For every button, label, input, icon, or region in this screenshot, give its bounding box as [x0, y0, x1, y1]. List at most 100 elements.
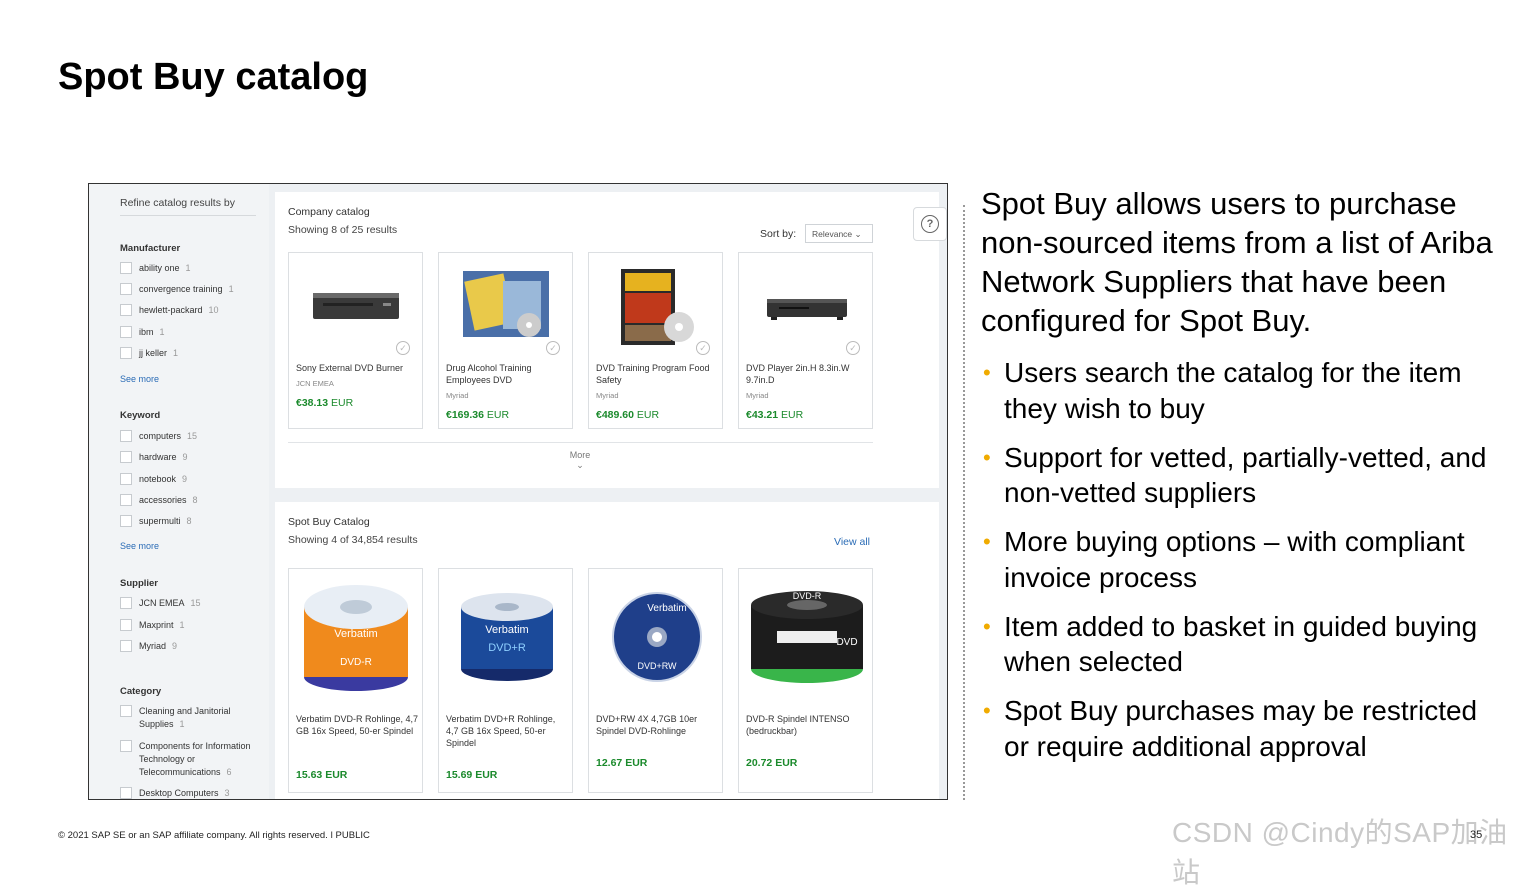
spot-buy-catalog-panel: Spot Buy Catalog Showing 4 of 34,854 res…: [275, 502, 939, 799]
facet-title-manufacturer: Manufacturer: [120, 243, 181, 254]
checkbox[interactable]: [120, 326, 132, 338]
dvd-rw-disc-image: Verbatim DVD+RW: [612, 592, 702, 682]
product-name: DVD-R Spindel INTENSO (bedruckbar): [746, 714, 850, 736]
product-card[interactable]: ✓ DVD Training Program Food Safety Myria…: [588, 252, 723, 429]
svg-text:Verbatim: Verbatim: [647, 603, 686, 614]
checkbox[interactable]: [120, 451, 132, 463]
facet-item[interactable]: notebook 9: [120, 473, 187, 486]
bullet-item: Item added to basket in guided buying wh…: [983, 609, 1503, 680]
checkbox[interactable]: [120, 304, 132, 316]
facet-item[interactable]: Desktop Computers 3: [120, 787, 230, 799]
facet-item[interactable]: supermulti 8: [120, 515, 192, 528]
see-more-link[interactable]: See more: [120, 541, 159, 551]
product-card[interactable]: ✓ DVD Player 2in.H 8.3in.W 9.7in.D Myria…: [738, 252, 873, 429]
facet-item[interactable]: Maxprint 1: [120, 619, 185, 632]
sort-dropdown[interactable]: Relevance ⌄: [805, 224, 873, 243]
product-price: €38.13 EUR: [296, 397, 354, 409]
check-icon[interactable]: ✓: [546, 341, 560, 355]
supplier-name: Myriad: [596, 391, 619, 400]
help-button[interactable]: ?: [913, 207, 947, 241]
product-card[interactable]: DVD-R DVD DVD-R Spindel INTENSO (bedruck…: [738, 568, 873, 793]
intro-text: Spot Buy allows users to purchase non-so…: [981, 186, 1493, 338]
product-price: 20.72 EUR: [746, 757, 798, 769]
checkbox[interactable]: [120, 347, 132, 359]
svg-text:DVD+RW: DVD+RW: [637, 661, 677, 671]
svg-text:DVD+R: DVD+R: [488, 642, 526, 654]
checkbox[interactable]: [120, 283, 132, 295]
bullet-item: More buying options – with compliant inv…: [983, 524, 1503, 595]
checkbox[interactable]: [120, 262, 132, 274]
checkbox[interactable]: [120, 494, 132, 506]
check-icon[interactable]: ✓: [396, 341, 410, 355]
product-card[interactable]: Verbatim DVD+R Verbatim DVD+R Rohlinge, …: [438, 568, 573, 793]
product-price: €169.36 EUR: [446, 409, 510, 421]
divider: [963, 205, 965, 800]
product-name: DVD Training Program Food Safety: [596, 363, 710, 385]
refine-sidebar: Refine catalog results by Manufacturer a…: [89, 184, 269, 799]
facet-title-supplier: Supplier: [120, 578, 159, 589]
svg-text:DVD-R: DVD-R: [340, 657, 372, 668]
see-more-link[interactable]: See more: [120, 374, 159, 384]
facet-item[interactable]: Cleaning and Janitorial Supplies 1: [120, 705, 260, 731]
divider: [120, 215, 256, 216]
svg-text:Verbatim: Verbatim: [334, 628, 377, 640]
product-name: DVD+RW 4X 4,7GB 10er Spindel DVD-Rohling…: [596, 714, 698, 736]
checkbox[interactable]: [120, 473, 132, 485]
intenso-dvd-spindle-image: DVD-R DVD: [751, 591, 863, 683]
product-name: Sony External DVD Burner: [296, 363, 404, 373]
sort-label: Sort by:: [760, 228, 797, 240]
product-card[interactable]: Verbatim DVD-R Verbatim DVD-R Rohlinge, …: [288, 568, 423, 793]
facet-item[interactable]: Components for Information Technology or…: [120, 740, 260, 779]
more-button[interactable]: More ⌄: [560, 450, 600, 471]
checkbox[interactable]: [120, 619, 132, 631]
results-count: Showing 4 of 34,854 results: [288, 534, 418, 546]
facet-item[interactable]: accessories 8: [120, 494, 198, 507]
checkbox[interactable]: [120, 430, 132, 442]
watermark: CSDN @Cindy的SAP加油站: [1172, 817, 1508, 888]
supplier-name: Myriad: [446, 391, 469, 400]
checkbox[interactable]: [120, 515, 132, 527]
product-card[interactable]: Verbatim DVD+RW DVD+RW 4X 4,7GB 10er Spi…: [588, 568, 723, 793]
svg-text:Verbatim: Verbatim: [485, 624, 528, 636]
company-catalog-panel: Company catalog Showing 8 of 25 results …: [275, 192, 939, 488]
bullet-item: Spot Buy purchases may be restricted or …: [983, 693, 1503, 764]
facet-item[interactable]: computers 15: [120, 430, 197, 443]
product-price: €43.21 EUR: [746, 409, 804, 421]
facet-item[interactable]: Myriad 9: [120, 640, 177, 653]
training-dvd-image: [463, 271, 549, 337]
panel-title: Company catalog: [288, 206, 370, 218]
checkbox[interactable]: [120, 787, 132, 799]
facet-item[interactable]: ibm 1: [120, 326, 165, 339]
facet-item[interactable]: jj keller 1: [120, 347, 178, 360]
check-icon[interactable]: ✓: [696, 341, 710, 355]
page-number: 35: [1470, 829, 1483, 841]
refine-label: Refine catalog results by: [120, 197, 235, 209]
product-price: €489.60 EUR: [596, 409, 660, 421]
facet-item[interactable]: convergence training 1: [120, 283, 234, 296]
product-price: 15.69 EUR: [446, 769, 498, 781]
product-name: Verbatim DVD+R Rohlinge, 4,7 GB 16x Spee…: [446, 714, 556, 748]
results-count: Showing 8 of 25 results: [288, 224, 398, 236]
product-card[interactable]: ✓ Drug Alcohol Training Employees DVD My…: [438, 252, 573, 429]
check-icon[interactable]: ✓: [846, 341, 860, 355]
checkbox[interactable]: [120, 640, 132, 652]
facet-item[interactable]: hewlett-packard 10: [120, 304, 219, 317]
checkbox[interactable]: [120, 597, 132, 609]
bullet-item: Users search the catalog for the item th…: [983, 355, 1503, 426]
svg-text:DVD: DVD: [836, 637, 857, 648]
product-name: Verbatim DVD-R Rohlinge, 4,7 GB 16x Spee…: [296, 714, 419, 736]
facet-item[interactable]: JCN EMEA 15: [120, 597, 201, 610]
view-all-link[interactable]: View all: [834, 536, 870, 548]
question-icon: ?: [921, 215, 939, 233]
dvd-player-image: [767, 299, 847, 320]
checkbox[interactable]: [120, 705, 132, 717]
facet-item[interactable]: ability one 1: [120, 262, 191, 275]
product-price: 12.67 EUR: [596, 757, 648, 769]
bullet-list: Users search the catalog for the item th…: [983, 355, 1503, 778]
product-card[interactable]: ✓ Sony External DVD Burner JCN EMEA €38.…: [288, 252, 423, 429]
product-name: Drug Alcohol Training Employees DVD: [446, 363, 532, 385]
checkbox[interactable]: [120, 740, 132, 752]
facet-item[interactable]: hardware 9: [120, 451, 188, 464]
product-price: 15.63 EUR: [296, 769, 348, 781]
verbatim-dvd-r-spindle-image: Verbatim DVD-R: [304, 585, 408, 691]
